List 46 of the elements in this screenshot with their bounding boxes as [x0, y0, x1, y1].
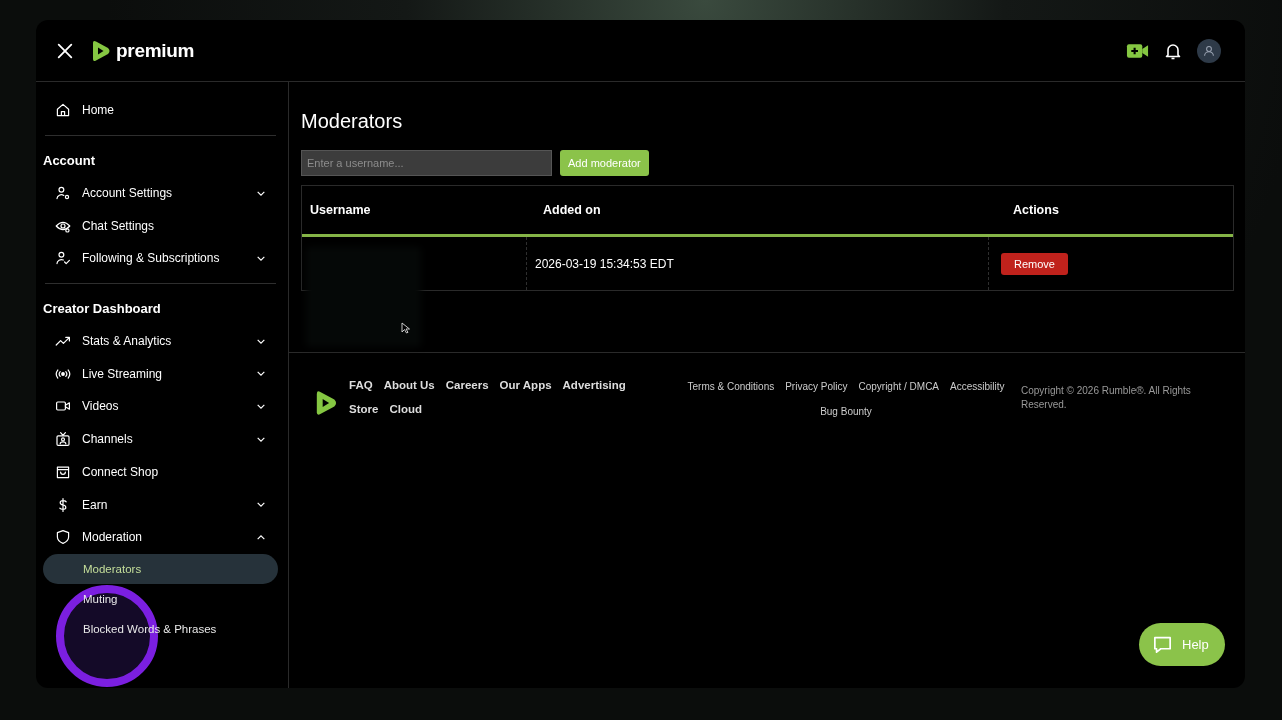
- footer-link[interactable]: FAQ: [349, 379, 373, 391]
- column-header: Actions: [1012, 202, 1060, 219]
- tv-icon: [55, 431, 71, 448]
- cursor-icon: [401, 322, 411, 334]
- username-field[interactable]: Enter a username...: [301, 150, 552, 176]
- sidebar-item[interactable]: Channels: [43, 422, 278, 456]
- close-icon[interactable]: [56, 41, 74, 60]
- footer-link[interactable]: Cloud: [389, 403, 422, 415]
- legal-link[interactable]: Terms & Conditions: [687, 381, 775, 392]
- sidebar-subitem[interactable]: Moderators: [43, 553, 278, 584]
- column-header: Added on: [542, 202, 602, 219]
- home-icon: [55, 102, 71, 119]
- legal-link[interactable]: Privacy Policy: [785, 381, 848, 392]
- sidebar-item[interactable]: Home: [43, 94, 278, 127]
- legal-link[interactable]: Bug Bounty: [820, 406, 872, 417]
- sidebar-item[interactable]: Stats & Analytics: [43, 324, 278, 358]
- sidebar-item[interactable]: Connect Shop: [43, 455, 278, 489]
- footer-link[interactable]: About Us: [383, 379, 435, 391]
- sidebar-item[interactable]: Moderation: [43, 520, 278, 554]
- sidebar-item[interactable]: Chat Settings: [43, 209, 278, 243]
- footer-link[interactable]: Advertising: [562, 379, 626, 391]
- sidebar-item[interactable]: Earn: [43, 488, 278, 521]
- add-video-icon[interactable]: [1126, 42, 1149, 59]
- logo-text: premium: [116, 39, 195, 62]
- chat-icon: [1153, 636, 1172, 653]
- shield-icon: [55, 529, 71, 546]
- table-cell: 2026-03-19 15:34:53 EDT: [535, 256, 674, 271]
- legal-link[interactable]: Accessibility: [950, 381, 1005, 392]
- column-header: Username: [309, 202, 372, 219]
- sidebar-subitem[interactable]: Muting: [43, 583, 278, 614]
- sidebar-item[interactable]: Live Streaming: [43, 357, 278, 391]
- user-check-icon: [55, 250, 71, 267]
- remove-button[interactable]: Remove: [1001, 252, 1068, 275]
- sidebar-item[interactable]: Videos: [43, 390, 278, 423]
- footer-link[interactable]: Our Apps: [499, 379, 552, 391]
- sidebar-item[interactable]: Account Settings: [43, 176, 278, 210]
- avatar[interactable]: [1197, 38, 1221, 63]
- footer-link[interactable]: Store: [349, 403, 379, 415]
- user-gear-icon: [55, 185, 71, 202]
- section-heading: Creator Dashboard: [43, 299, 162, 318]
- section-heading: Account: [43, 151, 96, 170]
- page-title: Moderators: [301, 110, 404, 133]
- footer-link[interactable]: Careers: [445, 379, 489, 391]
- copyright-text: Copyright © 2026 Rumble®. All Rights Reserved.: [1021, 384, 1192, 412]
- sidebar-item[interactable]: Following & Subscriptions: [43, 242, 278, 275]
- legal-link[interactable]: Copyright / DMCA: [858, 381, 940, 392]
